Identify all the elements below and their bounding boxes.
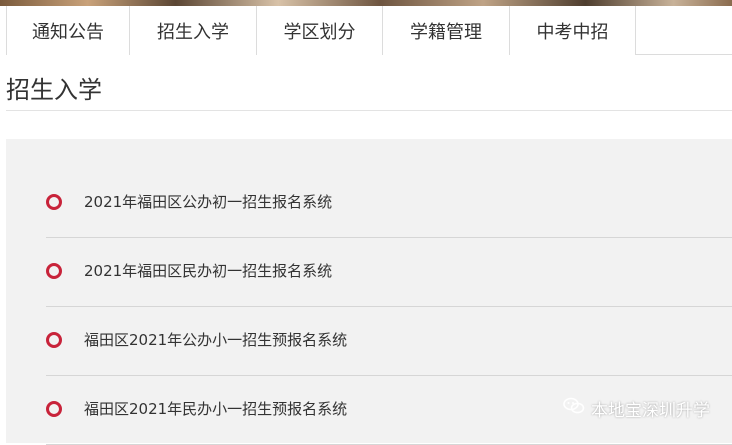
link-label[interactable]: 2021年福田区民办初一招生报名系统 — [84, 260, 332, 281]
circle-bullet-icon — [46, 194, 62, 210]
link-label[interactable]: 福田区2021年民办小一招生预报名系统 — [84, 398, 347, 419]
tab-school-district[interactable]: 学区划分 — [256, 6, 382, 55]
tab-notices[interactable]: 通知公告 — [6, 6, 129, 55]
wechat-icon — [563, 397, 585, 420]
circle-bullet-icon — [46, 263, 62, 279]
list-item[interactable]: 福田区2021年公办小一招生预报名系统 — [46, 307, 732, 376]
list-item[interactable]: 2021年福田区公办初一招生报名系统 — [46, 169, 732, 238]
circle-bullet-icon — [46, 401, 62, 417]
tab-high-school-admission[interactable]: 中考中招 — [509, 6, 636, 55]
watermark-text: 本地宝深圳升学 — [591, 401, 710, 421]
link-label[interactable]: 福田区2021年公办小一招生预报名系统 — [84, 329, 347, 350]
section-title: 招生入学 — [6, 76, 102, 104]
list-item[interactable]: 2021年福田区民办初一招生报名系统 — [46, 238, 732, 307]
tab-student-records[interactable]: 学籍管理 — [382, 6, 509, 55]
circle-bullet-icon — [46, 332, 62, 348]
link-label[interactable]: 2021年福田区公办初一招生报名系统 — [84, 191, 332, 212]
tab-enrollment[interactable]: 招生入学 — [129, 6, 256, 55]
title-divider — [6, 110, 732, 111]
watermark: 本地宝深圳升学 — [563, 396, 710, 421]
category-tabs: 通知公告 招生入学 学区划分 学籍管理 中考中招 — [6, 6, 732, 55]
